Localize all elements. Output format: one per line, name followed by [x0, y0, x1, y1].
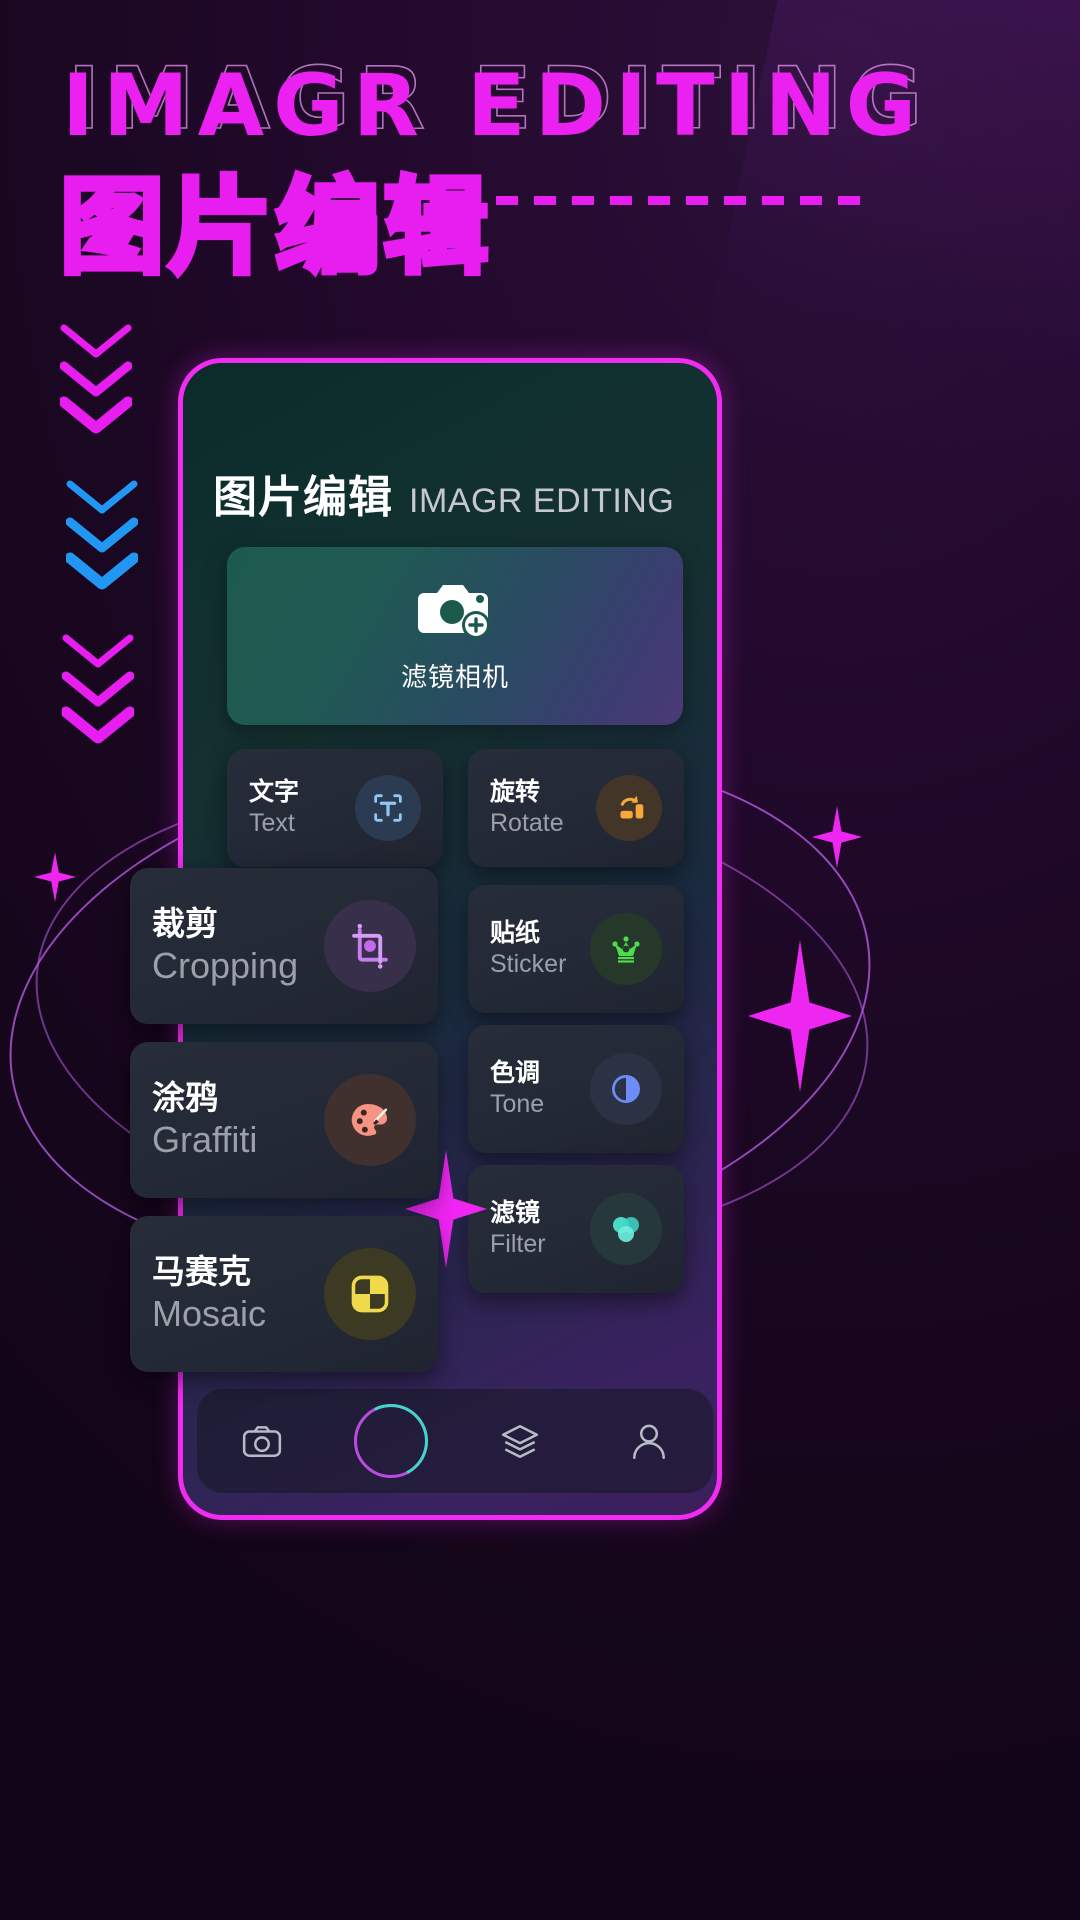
chevron-down-icon: [62, 670, 134, 710]
camera-icon: [242, 1426, 281, 1457]
app-title-cn: 图片编辑: [213, 472, 393, 523]
text-frame-icon: [355, 775, 421, 841]
feature-card-graffiti[interactable]: 涂鸦 Graffiti: [130, 1042, 438, 1198]
feature-label-cn: 文字: [249, 777, 300, 807]
chevron-down-icon: [60, 396, 132, 436]
chevron-down-icon: [60, 322, 132, 362]
feature-card-tone[interactable]: 色调 Tone: [468, 1025, 684, 1153]
feature-label-en: Tone: [490, 1090, 545, 1118]
feature-label-en: Mosaic: [152, 1293, 267, 1335]
feature-label-en: Sticker: [490, 950, 567, 978]
layers-icon: [501, 1425, 538, 1459]
sparkle-icon: [748, 940, 852, 1092]
chevron-down-icon: [62, 632, 134, 672]
feature-card-text[interactable]: 文字 Text: [227, 749, 443, 867]
palette-icon: [324, 1074, 416, 1166]
poster-title-en: IMAGR EDITING: [62, 56, 926, 156]
dashed-rule: [496, 196, 860, 205]
feature-card-tone-labels: 色调 Tone: [490, 1058, 545, 1119]
feature-label-en: Cropping: [152, 945, 299, 987]
feature-card-cropping-labels: 裁剪 Cropping: [152, 905, 298, 986]
chevron-down-icon: [62, 706, 134, 746]
sparkle-icon: [812, 806, 862, 868]
feature-label-cn: 色调: [490, 1058, 541, 1088]
feature-card-rotate-labels: 旋转 Rotate: [490, 777, 564, 838]
mosaic-icon: [324, 1248, 416, 1340]
feature-label-cn: 滤镜: [490, 1198, 541, 1228]
feature-card-text-labels: 文字 Text: [249, 777, 300, 838]
nav-camera-button[interactable]: [224, 1403, 300, 1479]
feature-card-sticker-labels: 贴纸 Sticker: [490, 918, 567, 979]
chevron-down-icon: [66, 552, 138, 592]
contrast-icon: [590, 1053, 662, 1125]
nav-layers-button[interactable]: [482, 1403, 558, 1479]
crown-icon: [590, 913, 662, 985]
bottom-navbar: [197, 1389, 713, 1493]
feature-card-rotate[interactable]: 旋转 Rotate: [468, 749, 684, 867]
feature-label-en: Graffiti: [152, 1119, 258, 1161]
feature-label-en: Filter: [490, 1230, 546, 1258]
feature-card-filter[interactable]: 滤镜 Filter: [468, 1165, 684, 1293]
feature-card-cropping[interactable]: 裁剪 Cropping: [130, 868, 438, 1024]
feature-label-cn: 贴纸: [490, 918, 541, 948]
filter-camera-card[interactable]: 滤镜相机: [227, 547, 683, 725]
chevron-down-icon: [60, 360, 132, 400]
chevron-down-icon: [66, 516, 138, 556]
nav-profile-button[interactable]: [611, 1403, 687, 1479]
sparkle-icon: [34, 852, 76, 902]
feature-card-graffiti-labels: 涂鸦 Graffiti: [152, 1079, 257, 1160]
feature-card-sticker[interactable]: 贴纸 Sticker: [468, 885, 684, 1013]
shutter-icon: [353, 1404, 428, 1478]
feature-card-mosaic-labels: 马赛克 Mosaic: [152, 1253, 266, 1334]
feature-label-cn: 裁剪: [152, 904, 218, 944]
feature-card-mosaic[interactable]: 马赛克 Mosaic: [130, 1216, 438, 1372]
feature-label-en: Text: [249, 809, 295, 837]
poster-title-cn: 图片编辑: [57, 163, 493, 291]
rotate-icon: [596, 775, 662, 841]
chevron-down-icon: [66, 478, 138, 518]
profile-icon: [632, 1424, 665, 1460]
camera-plus-icon: [416, 579, 494, 641]
feature-label-cn: 涂鸦: [152, 1078, 218, 1118]
filter-circles-icon: [590, 1193, 662, 1265]
poster-canvas: IMAGR EDITING IMAGR EDITING 图片编辑 图片编辑 IM…: [0, 0, 1080, 1920]
app-title-en: IMAGR EDITING: [409, 482, 675, 520]
feature-card-filter-labels: 滤镜 Filter: [490, 1198, 546, 1259]
feature-label-cn: 马赛克: [152, 1252, 251, 1292]
filter-camera-label: 滤镜相机: [400, 662, 509, 693]
app-header: 图片编辑 IMAGR EDITING: [213, 461, 674, 525]
crop-icon: [324, 900, 416, 992]
nav-shutter-button[interactable]: [353, 1403, 429, 1479]
feature-label-cn: 旋转: [490, 777, 541, 807]
feature-label-en: Rotate: [490, 809, 564, 837]
